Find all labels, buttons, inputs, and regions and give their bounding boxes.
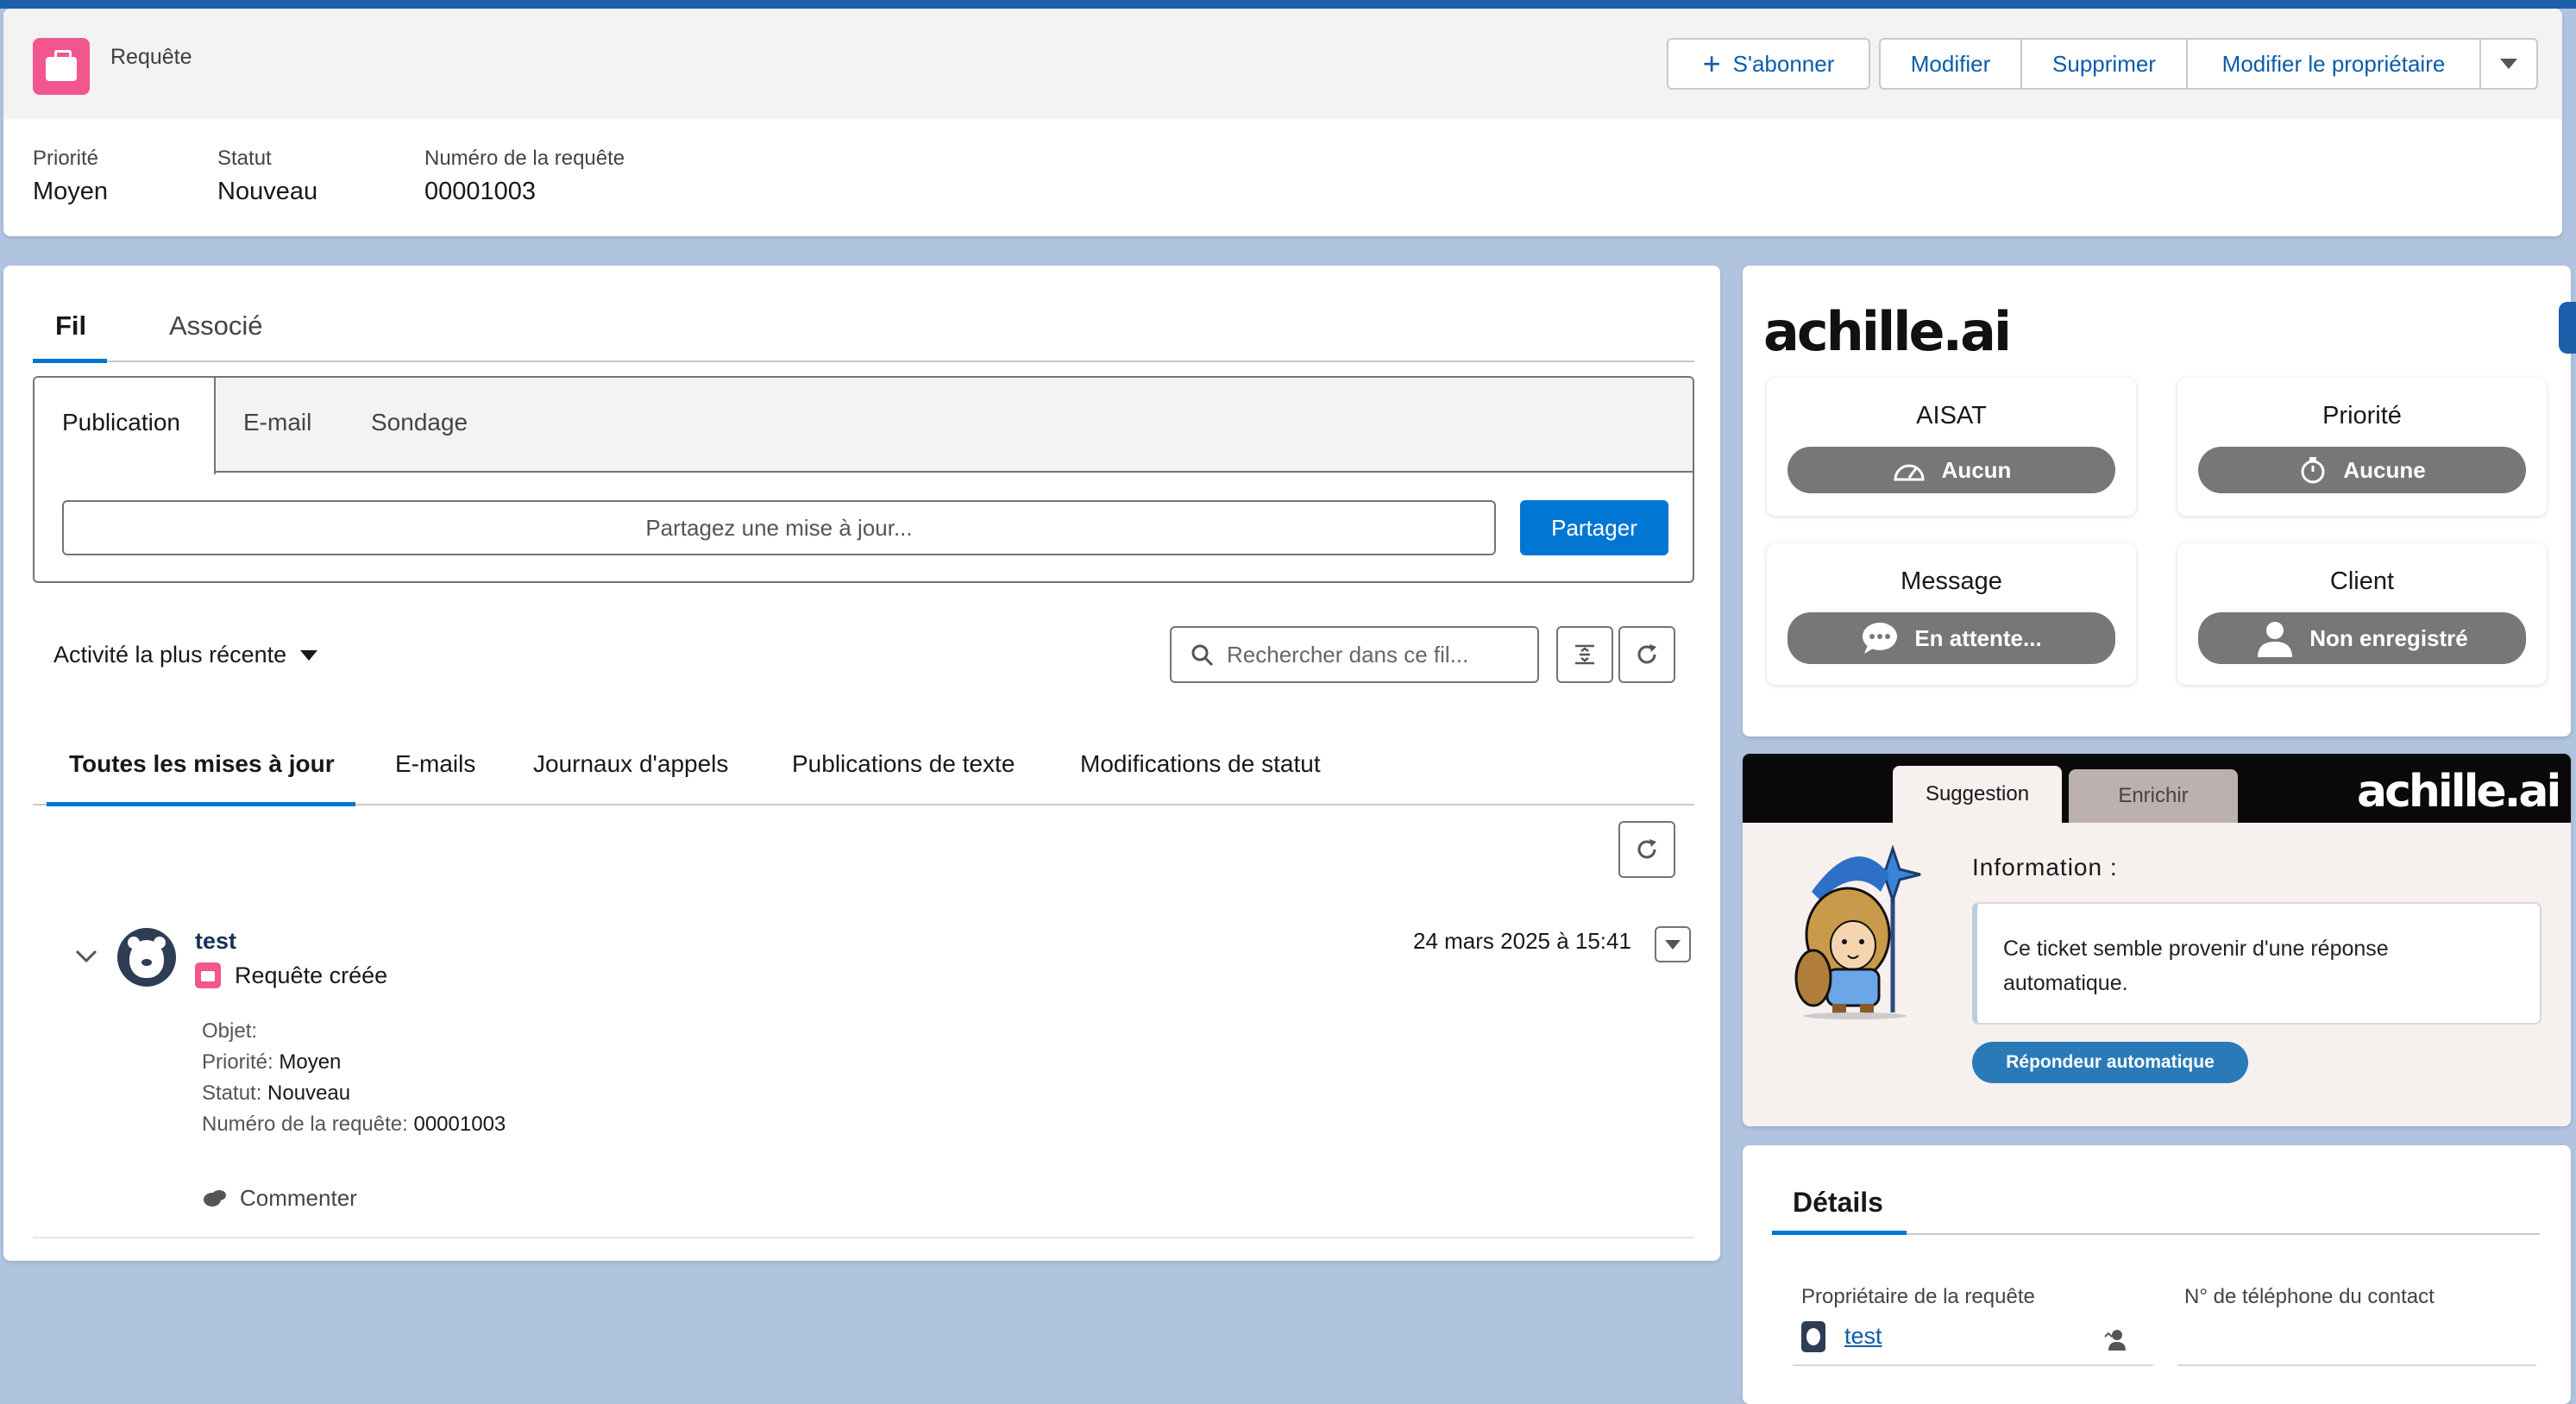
filter-text-posts[interactable]: Publications de texte — [792, 750, 1015, 778]
owner-avatar — [1801, 1321, 1825, 1352]
feed-tabs: Fil Associé — [33, 300, 1694, 363]
case-icon — [33, 38, 90, 95]
achille-logo: achille.ai — [2357, 766, 2561, 818]
stopwatch-icon — [2301, 457, 2325, 484]
publisher-tabs: Publication E-mail Sondage — [35, 378, 1693, 474]
priority-field: Priorité Moyen — [33, 147, 109, 205]
tab-feed[interactable]: Fil — [55, 310, 86, 342]
details-panel: Détails Propriétaire de la requête test … — [1743, 1145, 2571, 1404]
share-button[interactable]: Partager — [1520, 500, 1668, 555]
feed-panel: Fil Associé Publication E-mail Sondage P… — [3, 266, 1720, 1261]
divider — [33, 1237, 1694, 1238]
filter-all-updates[interactable]: Toutes les mises à jour — [69, 750, 335, 778]
record-header: Requête + S'abonner Modifier Supprimer M… — [3, 9, 2562, 236]
divider — [2177, 1364, 2536, 1366]
case-icon — [195, 962, 221, 988]
change-owner-icon[interactable] — [2103, 1328, 2127, 1351]
detail-status: Statut: Nouveau — [202, 1081, 351, 1105]
spartan-mascot-icon — [1794, 844, 1921, 1019]
utility-drawer-handle[interactable] — [2559, 302, 2576, 354]
author-link[interactable]: test — [195, 928, 236, 955]
detail-priority: Priorité: Moyen — [202, 1050, 342, 1074]
achille-suggestion-widget: Suggestion Enrichir achille.ai Informati… — [1743, 754, 2571, 1126]
priority-pill: Aucune — [2198, 447, 2526, 493]
chevron-down-icon — [1665, 939, 1681, 950]
owner-link[interactable]: test — [1844, 1323, 1882, 1350]
tab-suggestion[interactable]: Suggestion — [1893, 766, 2062, 823]
achille-logo: achille.ai — [1763, 300, 2012, 363]
feed-item-action: Requête créée — [235, 962, 388, 988]
update-input[interactable]: Partagez une mise à jour... — [62, 500, 1496, 555]
refresh-feed-button[interactable] — [1618, 626, 1675, 683]
speedometer-icon — [1894, 464, 1925, 481]
tab-post[interactable]: Publication — [62, 409, 180, 436]
edit-button[interactable]: Modifier — [1879, 38, 2022, 90]
expand-all-button[interactable] — [1556, 626, 1613, 683]
subscribe-group: + S'abonner — [1667, 38, 1870, 90]
sort-dropdown[interactable]: Activité la plus récente — [53, 642, 318, 668]
case-number-field: Numéro de la requête 00001003 — [424, 147, 625, 205]
owner-label: Propriétaire de la requête — [1801, 1285, 2035, 1308]
contact-phone-label: N° de téléphone du contact — [2184, 1285, 2435, 1308]
feed-filter-tabs: Toutes les mises à jour E-mails Journaux… — [33, 735, 1694, 806]
status-field: Statut Nouveau — [217, 147, 318, 205]
tab-active-indicator — [33, 359, 107, 363]
change-owner-button[interactable]: Modifier le propriétaire — [2188, 38, 2481, 90]
filter-emails[interactable]: E-mails — [395, 750, 475, 778]
comment-button[interactable]: Commenter — [202, 1185, 357, 1212]
refresh-icon — [1637, 839, 1656, 859]
client-pill: Non enregistré — [2198, 612, 2526, 664]
filter-active-indicator — [47, 802, 355, 806]
tab-poll[interactable]: Sondage — [371, 409, 468, 436]
top-accent-stripe — [0, 0, 2576, 9]
priority-tile: Priorité Aucune — [2177, 378, 2547, 516]
subscribe-button[interactable]: + S'abonner — [1667, 38, 1870, 90]
refresh-icon — [1637, 644, 1656, 664]
feed-item-timestamp[interactable]: 24 mars 2025 à 15:41 — [1413, 928, 1631, 955]
aisat-pill: Aucun — [1787, 447, 2115, 493]
avatar[interactable] — [117, 928, 176, 987]
collapse-expand-icon — [1575, 644, 1594, 665]
tab-enrich[interactable]: Enrichir — [2069, 769, 2238, 823]
search-icon — [1191, 644, 1214, 667]
caret-down-icon — [300, 649, 318, 661]
chevron-down-icon — [2500, 59, 2517, 69]
plus-icon: + — [1702, 46, 1721, 81]
details-tab[interactable]: Détails — [1793, 1187, 1883, 1219]
message-tile: Message En attente... — [1767, 543, 2136, 685]
refresh-updates-button[interactable] — [1618, 821, 1675, 878]
client-tile: Client Non enregistré — [2177, 543, 2547, 685]
info-message: Ce ticket semble provenir d'une réponse … — [1972, 902, 2541, 1025]
filter-call-logs[interactable]: Journaux d'appels — [533, 750, 728, 778]
more-actions-button[interactable] — [2481, 38, 2538, 90]
person-icon — [2258, 622, 2293, 657]
tab-related[interactable]: Associé — [169, 310, 263, 342]
divider — [1793, 1364, 2153, 1366]
chat-bubble-icon — [1863, 623, 1898, 654]
message-pill: En attente... — [1787, 612, 2115, 664]
info-title: Information : — [1972, 854, 2118, 881]
feed-item-menu-button[interactable] — [1655, 926, 1691, 962]
achille-status-widget: achille.ai AISAT Aucun Priorité Aucune M… — [1743, 266, 2571, 736]
tab-email[interactable]: E-mail — [243, 409, 311, 436]
comment-icon — [204, 1189, 226, 1207]
detail-case-number: Numéro de la requête: 00001003 — [202, 1113, 506, 1136]
chevron-down-icon[interactable] — [74, 949, 98, 964]
record-header-top: Requête + S'abonner Modifier Supprimer M… — [3, 9, 2562, 119]
feed-search-input[interactable]: Rechercher dans ce fil... — [1170, 626, 1539, 683]
delete-button[interactable]: Supprimer — [2022, 38, 2188, 90]
record-type-label: Requête — [110, 45, 192, 69]
aisat-tile: AISAT Aucun — [1767, 378, 2136, 516]
auto-responder-tag[interactable]: Répondeur automatique — [1972, 1042, 2248, 1083]
details-active-indicator — [1772, 1231, 1907, 1235]
record-actions-group: Modifier Supprimer Modifier le propriéta… — [1879, 38, 2538, 90]
suggestion-tab-bar: Suggestion Enrichir achille.ai — [1743, 754, 2571, 823]
detail-subject: Objet: — [202, 1019, 258, 1043]
publisher: Publication E-mail Sondage Partagez une … — [33, 376, 1694, 583]
filter-status-changes[interactable]: Modifications de statut — [1080, 750, 1321, 778]
